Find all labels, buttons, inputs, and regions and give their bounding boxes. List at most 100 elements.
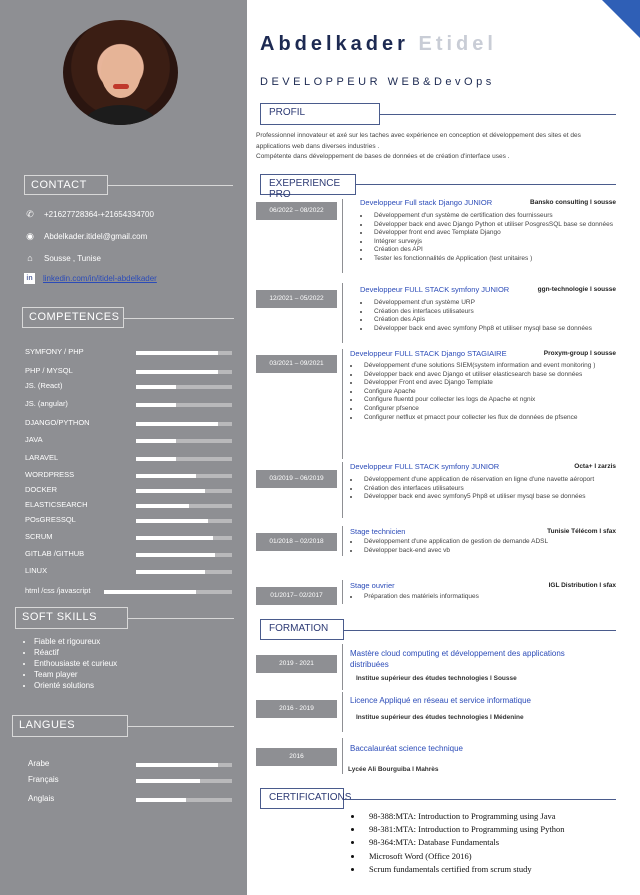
skill-bar [136, 536, 232, 540]
experience-date: 03/2019 – 06/2019 [256, 470, 337, 488]
skill-bar-fill [136, 570, 206, 574]
skill-label: DOCKER [25, 485, 58, 494]
skill-bar [136, 474, 232, 478]
formation-school: Institue supérieur des études technologi… [356, 675, 517, 682]
soft-skills-list: Fiable et rigoureuxRéactifEnthousiaste e… [22, 636, 117, 691]
skill-bar [136, 489, 232, 493]
experience-date: 01/2018 – 02/2018 [256, 533, 337, 551]
email-text[interactable]: Abdelkader.itidel@gmail.com [44, 232, 147, 241]
soft-skill-item: Orienté solutions [34, 680, 117, 691]
experience-title: Developpeur Full stack Django JUNIOR [360, 198, 493, 207]
skill-bar-fill [136, 553, 215, 557]
last-name: Etidel [418, 33, 497, 55]
task-item: Développer back end avec Django Python e… [370, 221, 626, 230]
certification-item: 98-381:MTA: Introduction to Programming … [363, 823, 565, 836]
timeline-line [342, 199, 343, 273]
experience-title: Developpeur FULL STACK Django STAGIAIRE [350, 349, 507, 358]
skill-bar-fill [136, 489, 206, 493]
timeline-line [342, 349, 343, 459]
timeline-line [342, 644, 343, 690]
profil-text-1: Professionnel innovateur et axé sur les … [256, 132, 581, 150]
phone-row: ✆ +21627728364-+21654334700 [24, 209, 154, 220]
timeline-line [342, 692, 343, 732]
skill-label: ELASTICSEARCH [25, 500, 88, 509]
phone-icon: ✆ [26, 209, 34, 219]
task-item: Développement d'un système de certificat… [370, 212, 626, 221]
experience-title: Stage technicien [350, 527, 406, 536]
experience-tasks: Développement d'une application de gesti… [344, 538, 626, 555]
skill-bar [136, 570, 232, 574]
phone-text: +21627728364-+21654334700 [44, 210, 154, 219]
task-item: Intégrer surveyjs [370, 238, 626, 247]
language-bar-fill [136, 763, 218, 767]
globe-icon: ◉ [26, 231, 34, 241]
skill-label: PHP / MYSQL [25, 366, 73, 375]
language-bar [136, 779, 232, 783]
task-item: Développement d'un système URP [370, 299, 626, 308]
task-item: Tester les fonctionnalités de Applicatio… [370, 255, 626, 264]
skill-bar-fill [136, 457, 177, 461]
certification-item: 98-364:MTA: Database Fundamentals [363, 836, 565, 849]
experience-heading: EXEPERIENCE PRO [260, 174, 356, 200]
skill-label: LINUX [25, 566, 48, 575]
skill-bar-fill [136, 474, 196, 478]
skill-label: html /css /javascript [25, 586, 91, 595]
experience-date: 01/2017– 02/2017 [256, 587, 337, 605]
job-title: DEVELOPPEUR WEB&DevOps [260, 76, 495, 88]
formation-school: Lycée Ali Bourguiba l Mahrès [348, 766, 439, 773]
skill-bar [136, 457, 232, 461]
soft-skill-item: Enthousiaste et curieux [34, 658, 117, 669]
language-label: Anglais [28, 794, 55, 803]
skill-bar [136, 370, 232, 374]
contact-heading: CONTACT [24, 175, 108, 195]
skill-label: GITLAB /GITHUB [25, 549, 85, 558]
task-item: Préparation des matériels informatiques [360, 593, 626, 602]
task-item: Développement d'une application de gesti… [360, 538, 626, 547]
task-item: Configure fluentd pour collecter les log… [360, 396, 626, 405]
location-row: ⌂ Sousse , Tunise [24, 253, 101, 263]
skill-bar-fill [136, 504, 189, 508]
experience-tasks: Développement d'un système de certificat… [354, 212, 626, 264]
formation-date: 2016 - 2019 [256, 700, 337, 718]
language-label: Arabe [28, 759, 50, 768]
skill-bar [136, 553, 232, 557]
skill-bar [136, 422, 232, 426]
task-item: Développement d'une solutions SIEM(syste… [360, 362, 626, 371]
task-item: Configurer netflux et pmacct pour collec… [360, 414, 626, 423]
email-row: ◉ Abdelkader.itidel@gmail.com [24, 231, 147, 242]
experience-tasks: Développement d'une solutions SIEM(syste… [344, 362, 626, 422]
skill-bar-fill [136, 351, 218, 355]
sidebar: CONTACT ✆ +21627728364-+21654334700 ◉ Ab… [0, 0, 247, 895]
skill-bar [136, 519, 232, 523]
certification-item: 98-388:MTA: Introduction to Programming … [363, 810, 565, 823]
first-name: Abdelkader [260, 33, 409, 55]
timeline-line [342, 738, 343, 774]
experience-tasks: Préparation des matériels informatiques [344, 593, 626, 602]
linkedin-icon: in [24, 273, 35, 284]
task-item: Développer back end avec symfony5 Php8 e… [360, 493, 626, 502]
language-bar [136, 798, 232, 802]
task-item: Développer Front end avec Django Templat… [360, 379, 626, 388]
experience-company: Bansko consulting l sousse [530, 199, 616, 206]
timeline-line [342, 462, 343, 518]
certifications-list: 98-388:MTA: Introduction to Programming … [349, 810, 565, 876]
skill-label: WORDPRESS [25, 470, 75, 479]
experience-company: Octa+ l zarzis [574, 463, 616, 470]
competences-heading: COMPETENCES [22, 307, 124, 328]
linkedin-link[interactable]: linkedin.com/in/itidel-abdelkader [43, 274, 157, 283]
skill-bar-fill [136, 519, 208, 523]
skill-label: JS. (React) [25, 381, 63, 390]
skill-bar-fill [104, 590, 197, 594]
task-item: Création des Apis [370, 316, 626, 325]
location-text: Sousse , Tunise [44, 253, 101, 263]
skill-label: LARAVEL [25, 453, 59, 462]
timeline-line [342, 526, 343, 556]
soft-skill-item: Fiable et rigoureux [34, 636, 117, 647]
linkedin-row: in linkedin.com/in/itidel-abdelkader [24, 273, 157, 284]
skill-bar [136, 439, 232, 443]
profile-photo [63, 20, 178, 125]
profil-heading: PROFIL [260, 103, 380, 125]
skill-bar-fill [136, 536, 213, 540]
task-item: Développer back end avec Django et utili… [360, 371, 626, 380]
experience-tasks: Développement d'un système URP Création d… [354, 299, 626, 333]
